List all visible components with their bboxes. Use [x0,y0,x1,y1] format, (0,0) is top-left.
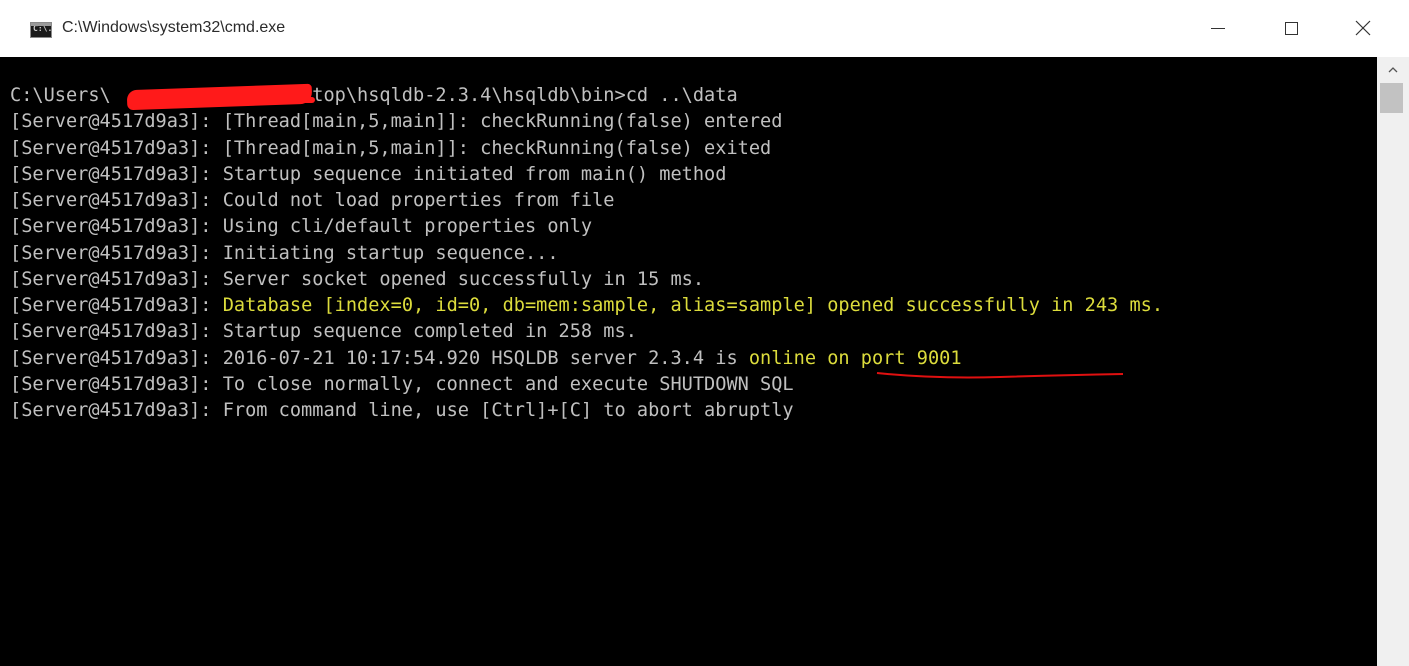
console-line-highlight: Database [index=0, id=0, db=mem:sample, … [222,295,1164,316]
console-line: [Server@4517d9a3]: Using cli/default pro… [10,216,593,238]
redaction-mark-tail [245,97,315,103]
console-line-prefix: [Server@4517d9a3]: 2016-07-21 10:17:54.9… [10,347,749,369]
close-icon [1355,20,1371,36]
console-line: [Server@4517d9a3]: From command line, us… [10,400,794,421]
chevron-up-icon [1388,67,1398,73]
console-line: [Server@4517d9a3]: Database [index=0, id… [10,293,1163,319]
console-line: [Server@4517d9a3]: Startup sequence init… [10,163,727,185]
console-line: [Server@4517d9a3]: Startup sequence comp… [10,321,637,343]
title-bar[interactable]: C:\. C:\Windows\system32\cmd.exe [0,0,1409,57]
console-output[interactable]: C:\Users\ \Desktop\hsqldb-2.3.4\hsqldb\b… [0,57,1377,666]
vertical-scrollbar[interactable] [1377,57,1409,666]
console-line: [Server@4517d9a3]: Could not load proper… [10,190,615,211]
scroll-up-button[interactable] [1377,57,1409,83]
minimize-icon [1211,27,1225,29]
console-line: [Server@4517d9a3]: Initiating startup se… [10,242,559,264]
red-underline-annotation [876,372,1124,379]
console-line: [Server@4517d9a3]: [Thread[main,5,main]]… [10,137,772,159]
console-line-highlight: online on port 9001 [748,347,962,369]
minimize-button[interactable] [1195,8,1241,48]
console-line: [Server@4517d9a3]: 2016-07-21 10:17:54.9… [10,346,1163,372]
console-line: [Server@4517d9a3]: Server socket opened … [10,268,705,290]
cmd-app-icon[interactable]: C:\. [30,22,52,38]
window-title: C:\Windows\system32\cmd.exe [62,19,286,36]
scroll-thumb[interactable] [1380,83,1403,113]
console-line: [Server@4517d9a3]: [Thread[main,5,main]]… [10,111,783,133]
close-button[interactable] [1340,8,1386,48]
maximize-button[interactable] [1268,8,1314,48]
console-line-prefix: [Server@4517d9a3]: [10,295,223,316]
maximize-icon [1284,21,1298,35]
